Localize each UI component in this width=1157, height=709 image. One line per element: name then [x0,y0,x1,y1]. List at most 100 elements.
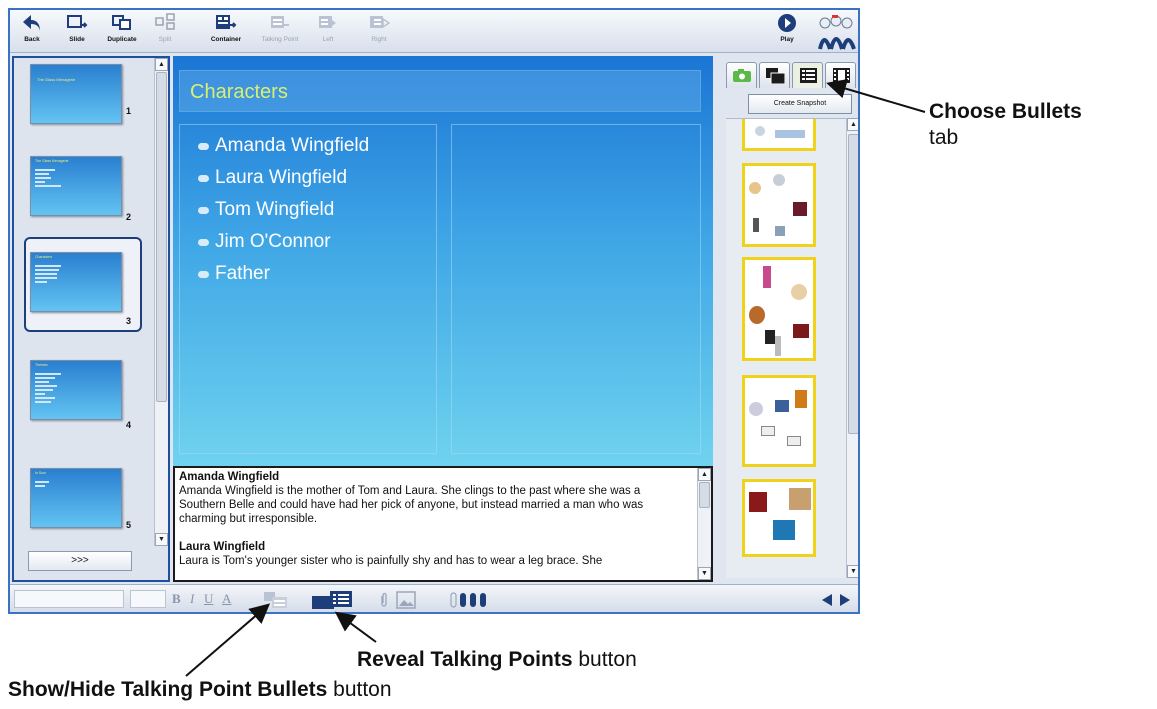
callout-bold-text: Show/Hide Talking Point Bullets [8,678,328,701]
scrollbar-thumb[interactable] [848,134,858,434]
slide-sorter-panel: The Glass Menagerie 1 The Glass Menageri… [12,56,170,582]
bullets-list-icon [800,68,817,83]
talking-point-bullet[interactable]: Father [198,263,270,285]
notes-paragraph: Laura is Tom's younger sister who is pai… [179,555,603,567]
slide-label: Slide [69,36,85,43]
snapshot-thumbnail[interactable] [742,479,816,557]
bullet-text: Tom Wingfield [215,199,335,220]
more-slides-button[interactable]: >>> [28,551,132,571]
insert-image-icon[interactable] [396,591,416,609]
bullet-text: Amanda Wingfield [215,135,370,156]
underline-icon[interactable]: U [204,591,213,607]
right-label: Right [371,36,387,43]
slide-title: Characters [190,81,288,103]
notes-heading: Amanda Wingfield [179,471,280,483]
slide-thumbnail-title: The Glass Menagerie [35,159,69,163]
notes-heading: Laura Wingfield [179,541,266,553]
slide-number: 1 [126,106,132,116]
snapshot-thumbnail[interactable] [742,375,816,467]
gallery-scrollbar[interactable]: ▲ ▼ [846,118,858,578]
tab-film[interactable] [825,62,856,88]
scroll-down-icon[interactable]: ▼ [698,567,711,580]
font-size-field[interactable] [130,590,166,608]
scroll-down-icon[interactable]: ▼ [847,565,858,578]
notes-scrollbar[interactable]: ▲ ▼ [697,468,711,580]
film-icon [833,68,850,83]
callout-text: button [333,678,392,701]
speaker-notes-editor[interactable]: Amanda Wingfield Amanda Wingfield is the… [173,466,713,582]
tab-choose-bullets[interactable] [792,62,823,88]
slide-title-container[interactable]: Characters [179,70,701,112]
show-hide-bullets-icon[interactable] [264,592,288,608]
callout-reveal-talking-points: Reveal Talking Points button [357,648,637,672]
slide-canvas: Characters Amanda Wingfield Laura Wingfi… [173,56,713,466]
play-icon [778,14,796,32]
scroll-up-icon[interactable]: ▲ [698,468,711,481]
bullet-text: Laura Wingfield [215,167,348,188]
media-side-panel: Create Snapshot ▲ ▼ [718,56,858,582]
callout-bold-text: Reveal Talking Points [357,648,573,671]
scrollbar-thumb[interactable] [156,72,167,402]
container-button[interactable]: Container [206,12,246,43]
slide-number: 5 [126,520,132,530]
slide-thumbnail-3[interactable]: Characters [30,252,122,312]
create-snapshot-button[interactable]: Create Snapshot [748,94,852,114]
text-color-icon[interactable]: A [222,591,231,607]
scroll-up-icon[interactable]: ▲ [155,58,168,71]
scrollbar-thumb[interactable] [699,482,710,508]
layers-icon [766,68,785,84]
font-name-field[interactable] [14,590,124,608]
talking-point-label: Talking Point [261,36,299,43]
tab-snapshots[interactable] [726,62,757,88]
bold-icon[interactable]: B [172,591,181,607]
scroll-down-icon[interactable]: ▼ [155,533,168,546]
sorter-scrollbar[interactable]: ▲ ▼ [154,58,168,546]
bullet-icon [198,206,209,214]
back-button[interactable]: Back [16,12,48,43]
left-button[interactable]: Left [315,12,341,43]
talking-point-bullet[interactable]: Laura Wingfield [198,167,347,189]
split-button[interactable]: Split [152,12,178,43]
duplicate-label: Duplicate [107,36,137,43]
bullet-style-icons[interactable] [450,591,490,609]
container-label: Container [210,36,242,43]
snapshot-thumbnail[interactable] [742,163,816,247]
talking-point-bullet[interactable]: Jim O'Connor [198,231,331,253]
talking-point-bullet[interactable]: Amanda Wingfield [198,135,369,157]
talking-point-button[interactable]: Talking Point [256,12,304,43]
slide-thumbnail-2[interactable]: The Glass Menagerie [30,156,122,216]
container-icon [216,15,237,29]
bullet-icon [198,270,209,278]
callout-show-hide-bullets: Show/Hide Talking Point Bullets button [8,678,392,702]
play-button[interactable]: Play [774,12,800,43]
slide-thumbnail-title: Themes [35,363,48,367]
characters-logo-icon [818,15,856,50]
left-label: Left [322,36,334,43]
talking-point-bullet[interactable]: Tom Wingfield [198,199,334,221]
attachment-icon[interactable] [380,592,388,608]
arrow-to-reveal-button [334,611,377,643]
new-slide-button[interactable]: Slide [62,12,92,43]
reveal-talking-points-icon[interactable] [312,591,352,609]
prev-next-arrows-icon[interactable] [820,593,854,607]
duplicate-button[interactable]: Duplicate [102,12,142,43]
snapshot-thumbnail[interactable] [742,257,816,361]
scroll-up-icon[interactable]: ▲ [847,118,858,131]
duplicate-icon [112,15,131,30]
slide-thumbnail-1[interactable]: The Glass Menagerie [30,64,122,124]
snapshot-thumbnail[interactable] [742,119,816,151]
tab-containers[interactable] [759,62,790,88]
left-bullet-container[interactable]: Amanda Wingfield Laura Wingfield Tom Win… [179,124,437,454]
top-toolbar: Back Slide Duplicate Split Container Tal… [10,10,858,53]
screenshot-stage: Back Slide Duplicate Split Container Tal… [0,0,1157,709]
italic-icon[interactable]: I [190,591,194,607]
right-container[interactable] [451,124,701,454]
snapshot-gallery [726,118,858,578]
align-left-icon [319,16,336,28]
play-label: Play [780,36,794,43]
slide-thumbnail-4[interactable]: Themes [30,360,122,420]
right-button[interactable]: Right [364,12,394,43]
add-slide-icon [67,15,88,28]
talking-point-icon [271,16,289,28]
slide-thumbnail-5[interactable]: In Sum [30,468,122,528]
